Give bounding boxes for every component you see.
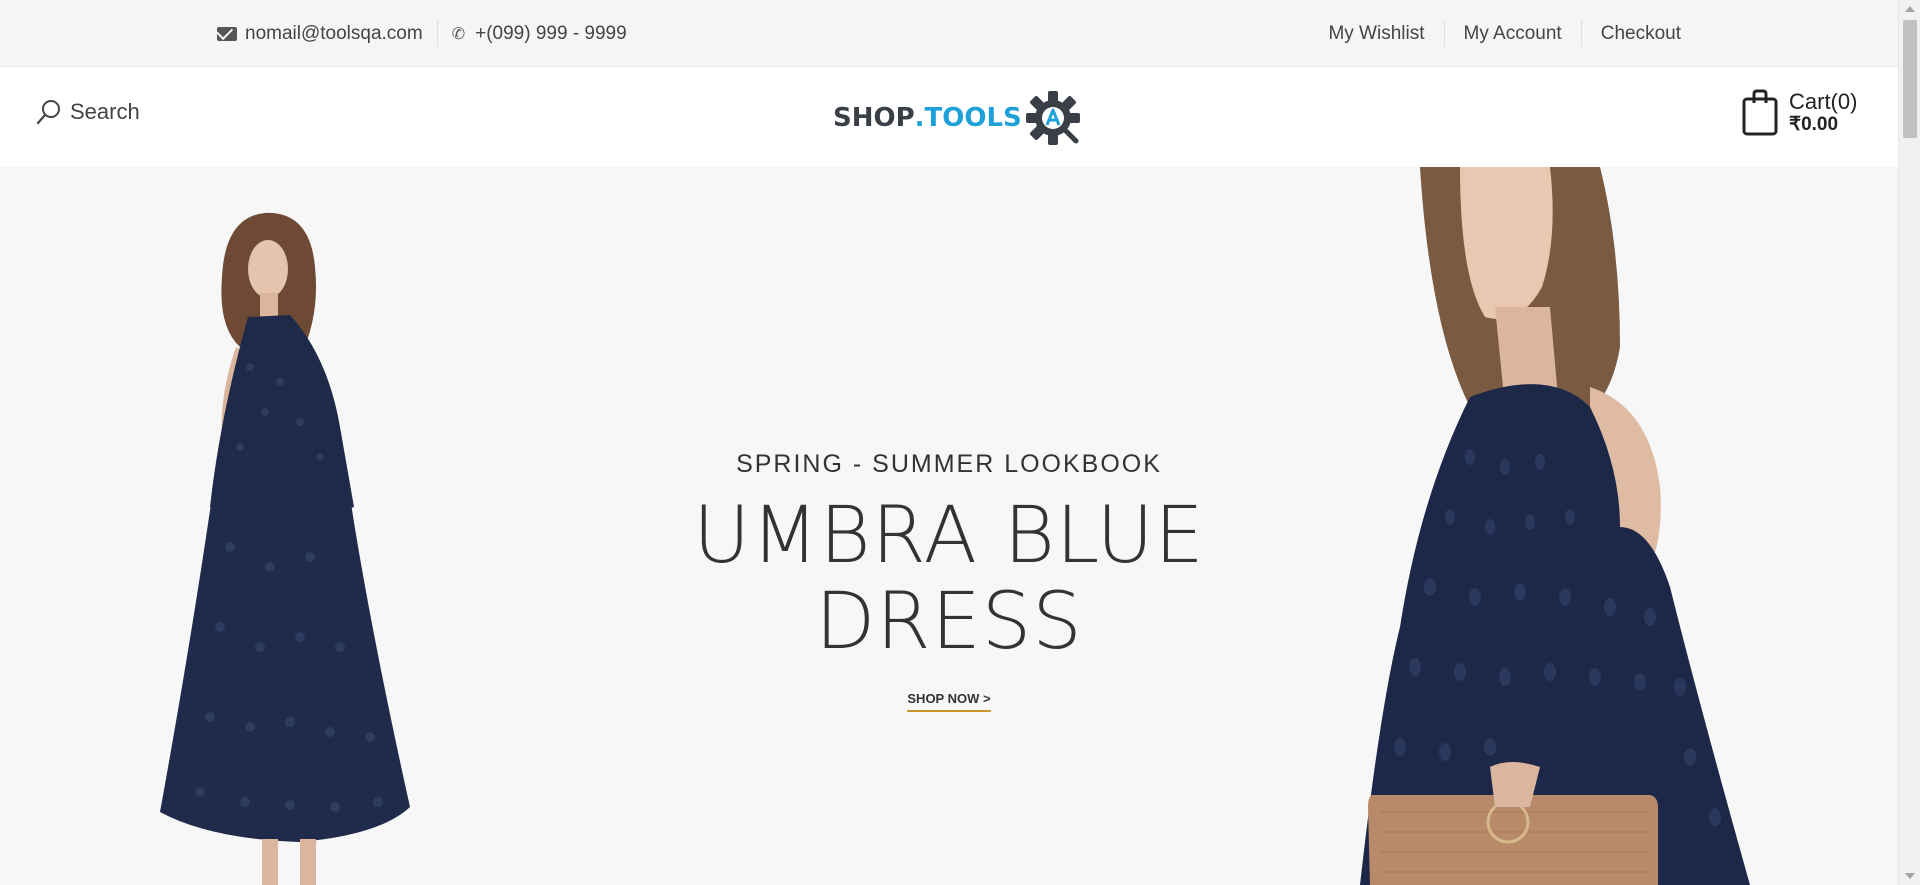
gear-logo-icon bbox=[1025, 91, 1080, 145]
site-header: Search SHOP .TOOLS Cart(0) ₹0.00 bbox=[0, 67, 1898, 167]
scrollbar-thumb[interactable] bbox=[1903, 20, 1917, 138]
email-text: nomail@toolsqa.com bbox=[245, 22, 423, 44]
shopping-bag-icon bbox=[1742, 89, 1778, 136]
cart-total: ₹0.00 bbox=[1789, 113, 1839, 135]
my-account-link[interactable]: My Account bbox=[1464, 23, 1562, 45]
cart-count: Cart(0) bbox=[1789, 89, 1858, 115]
top-bar: nomail@toolsqa.com ✆ +(099) 999 - 9999 M… bbox=[0, 0, 1898, 67]
phone-icon: ✆ bbox=[451, 25, 466, 43]
shop-now-button[interactable]: SHOP NOW > bbox=[907, 691, 991, 712]
email-contact[interactable]: nomail@toolsqa.com bbox=[217, 23, 423, 45]
mail-icon bbox=[217, 26, 237, 41]
search-toggle[interactable]: Search bbox=[36, 99, 140, 125]
scroll-up-arrow-icon[interactable] bbox=[1905, 6, 1915, 12]
hero-model-right-image bbox=[1360, 167, 1750, 885]
account-links: My Wishlist My Account Checkout bbox=[1328, 0, 1681, 67]
divider bbox=[1580, 20, 1582, 47]
logo-text-tools: .TOOLS bbox=[914, 103, 1022, 133]
site-logo[interactable]: SHOP .TOOLS bbox=[833, 89, 1082, 147]
phone-text: +(099) 999 - 9999 bbox=[475, 22, 627, 44]
divider bbox=[436, 20, 438, 47]
wishlist-link[interactable]: My Wishlist bbox=[1328, 23, 1424, 45]
search-label: Search bbox=[70, 99, 140, 124]
contact-info: nomail@toolsqa.com ✆ +(099) 999 - 9999 bbox=[217, 0, 627, 67]
search-icon bbox=[36, 100, 60, 125]
mini-cart[interactable]: Cart(0) ₹0.00 bbox=[1741, 89, 1857, 137]
scroll-down-arrow-icon[interactable] bbox=[1905, 873, 1915, 879]
checkout-link[interactable]: Checkout bbox=[1601, 23, 1681, 45]
page-scrollbar[interactable] bbox=[1898, 0, 1920, 885]
logo-text-shop: SHOP bbox=[833, 103, 915, 133]
divider bbox=[1443, 20, 1445, 47]
hero-banner[interactable]: SPRING - SUMMER LOOKBOOK UMBRA BLUE DRES… bbox=[0, 167, 1898, 885]
phone-contact[interactable]: ✆ +(099) 999 - 9999 bbox=[452, 23, 627, 45]
